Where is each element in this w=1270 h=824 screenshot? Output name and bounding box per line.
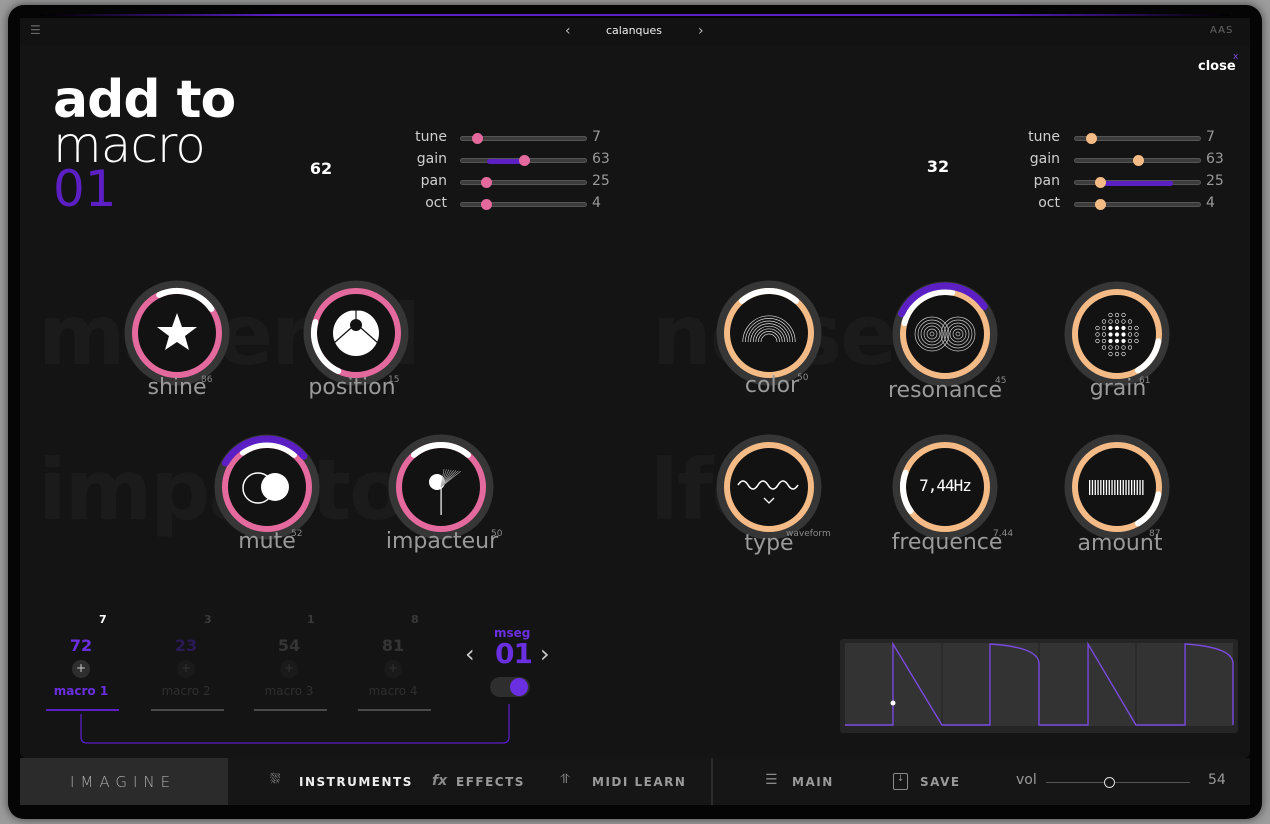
left-value-gain: 63: [592, 151, 610, 167]
slider-thumb[interactable]: [481, 177, 492, 188]
instruments-label: INSTRUMENTS: [299, 775, 413, 789]
midi-learn-icon: ⥣: [560, 772, 570, 787]
logo-area: IMAGINE: [20, 758, 228, 805]
volume-slider[interactable]: [1046, 777, 1190, 788]
slider-thumb[interactable]: [1095, 177, 1106, 188]
main-label: MAIN: [792, 775, 834, 789]
slider-thumb[interactable]: [481, 199, 492, 210]
mseg-envelope-editor[interactable]: [840, 639, 1238, 733]
left-value-pan: 25: [592, 173, 610, 189]
top-bar: ☰ ‹ calanques › AAS: [20, 18, 1250, 46]
modulation-range: [1100, 181, 1173, 186]
right-value-gain: 63: [1206, 151, 1224, 167]
right-layer-volume-knob-value: 32: [926, 157, 950, 176]
midi-learn-label: MIDI LEARN: [592, 775, 687, 789]
left-slider-pan[interactable]: [460, 177, 587, 188]
effects-label: EFFECTS: [456, 775, 525, 789]
hamburger-icon: ☰: [765, 772, 778, 788]
menu-icon[interactable]: ☰: [30, 23, 41, 37]
volume-value: 54: [1208, 772, 1226, 788]
save-label: SAVE: [920, 775, 961, 789]
save-button[interactable]: ↓ SAVE: [893, 772, 973, 794]
left-slider-tune[interactable]: [460, 133, 587, 144]
right-value-oct: 4: [1206, 195, 1215, 211]
slider-thumb[interactable]: [1095, 199, 1106, 210]
left-label-pan: pan: [420, 173, 447, 189]
save-icon: ↓: [893, 773, 908, 790]
left-label-tune: tune: [415, 129, 447, 145]
right-label-pan: pan: [1033, 173, 1060, 189]
left-slider-oct[interactable]: [460, 199, 587, 210]
right-slider-pan[interactable]: [1074, 177, 1201, 188]
right-slider-gain[interactable]: [1074, 155, 1201, 166]
right-value-pan: 25: [1206, 173, 1224, 189]
fx-icon: fx: [432, 773, 448, 789]
add-to-macro-panel: material impactor noise lfo add to macro…: [20, 46, 1250, 758]
right-value-tune: 7: [1206, 129, 1215, 145]
left-slider-gain[interactable]: [460, 155, 587, 166]
right-slider-oct[interactable]: [1074, 199, 1201, 210]
main-button[interactable]: ☰ MAIN: [765, 772, 845, 794]
divider: [711, 758, 713, 805]
next-preset-button[interactable]: ›: [698, 23, 704, 39]
left-label-gain: gain: [416, 151, 447, 167]
left-label-oct: oct: [425, 195, 447, 211]
volume-thumb[interactable]: [1104, 777, 1116, 788]
volume-label: vol: [1016, 772, 1037, 788]
right-slider-tune[interactable]: [1074, 133, 1201, 144]
preset-name[interactable]: calanques: [606, 24, 662, 37]
imagine-logo: IMAGINE: [70, 773, 177, 791]
tab-midi-learn[interactable]: ⥣ MIDI LEARN: [560, 772, 685, 794]
left-value-oct: 4: [592, 195, 601, 211]
accent-line: [40, 14, 1230, 16]
right-label-gain: gain: [1029, 151, 1060, 167]
brand-logo: AAS: [1210, 25, 1234, 36]
right-label-oct: oct: [1038, 195, 1060, 211]
bottom-bar: IMAGINE ⛆ INSTRUMENTS fx EFFECTS ⥣ MIDI …: [20, 758, 1250, 805]
instruments-icon: ⛆: [270, 772, 281, 787]
left-value-tune: 7: [592, 129, 601, 145]
slider-thumb[interactable]: [518, 155, 530, 166]
slider-thumb[interactable]: [1132, 155, 1144, 166]
left-layer-volume-knob-value: 62: [309, 159, 333, 178]
prev-preset-button[interactable]: ‹: [565, 23, 571, 39]
right-label-tune: tune: [1028, 129, 1060, 145]
tab-effects[interactable]: fx EFFECTS: [432, 773, 532, 794]
